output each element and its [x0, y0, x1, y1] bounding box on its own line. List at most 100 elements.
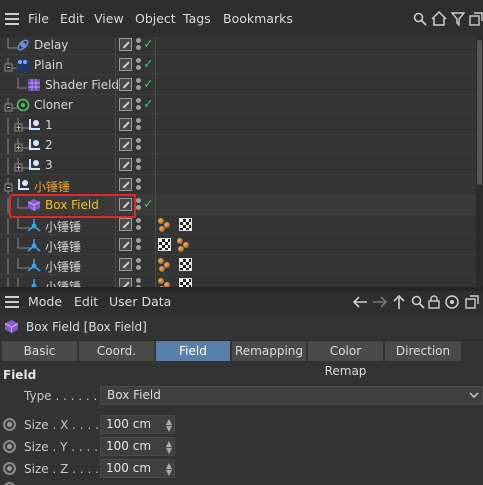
editor-visibility-toggle[interactable] [119, 218, 132, 231]
type-dropdown[interactable]: Box Field [100, 386, 483, 405]
enabled-check-icon[interactable]: ✓ [143, 197, 154, 212]
visibility-dots[interactable] [136, 58, 141, 72]
visibility-dots[interactable] [136, 98, 141, 112]
object-title: Box Field [Box Field] [26, 320, 147, 334]
tab-field[interactable]: Field [156, 341, 231, 361]
editor-visibility-toggle[interactable] [119, 138, 132, 151]
tab-direction[interactable]: Direction [385, 341, 462, 361]
tree-row-cloner[interactable]: Cloner ✓ [0, 95, 476, 115]
size-z-field[interactable]: 100 cm ▲ ▼ [100, 459, 175, 478]
tree-item-label: Shader Field [45, 78, 120, 92]
new-view-icon[interactable] [465, 295, 479, 309]
visibility-dots[interactable] [136, 278, 141, 287]
visibility-dots[interactable] [136, 178, 141, 192]
spinner-arrows-icon[interactable]: ▲ ▼ [166, 418, 172, 433]
visibility-dots[interactable] [136, 38, 141, 52]
enabled-check-icon[interactable]: ✓ [143, 57, 154, 72]
visibility-dots[interactable] [136, 218, 141, 232]
tree-item-label: 小锤锤 [45, 240, 82, 254]
enabled-check-icon[interactable]: ✓ [143, 77, 154, 92]
tree-row-hammer[interactable]: 小锤锤 [0, 255, 476, 275]
tab-remapping[interactable]: Remapping [232, 341, 307, 361]
search-icon[interactable] [413, 12, 427, 26]
tree-row-plain[interactable]: Plain ✓ [0, 55, 476, 75]
size-y-label: Size . Y . . . . . [24, 440, 106, 454]
menu-edit[interactable]: Edit [74, 294, 98, 309]
editor-visibility-toggle[interactable] [119, 258, 132, 271]
tab-coord[interactable]: Coord. [79, 341, 155, 361]
tree-item-label: 小锤锤 [34, 180, 71, 194]
editor-visibility-toggle[interactable] [119, 78, 132, 91]
target-icon[interactable] [444, 294, 460, 310]
menu-file[interactable]: File [28, 11, 49, 26]
visibility-dots[interactable] [136, 158, 141, 172]
tree-row-1[interactable]: 1 [0, 115, 476, 135]
menu-tags[interactable]: Tags [183, 11, 211, 26]
visibility-dots[interactable] [136, 138, 141, 152]
material-tag-icon[interactable] [158, 278, 172, 287]
editor-visibility-toggle[interactable] [119, 178, 132, 191]
material-tag-icon[interactable] [158, 258, 172, 272]
menu-view[interactable]: View [94, 11, 124, 26]
hamburger-menu-icon[interactable] [5, 13, 19, 25]
search-icon[interactable] [411, 295, 425, 309]
tree-row-hammer[interactable]: 小锤锤 [0, 235, 476, 255]
size-y-animation-radio[interactable] [3, 440, 16, 453]
editor-visibility-toggle[interactable] [119, 38, 132, 51]
new-view-icon[interactable] [469, 12, 483, 26]
editor-visibility-toggle[interactable] [119, 118, 132, 131]
tree-row-2[interactable]: 2 [0, 135, 476, 155]
visibility-dots[interactable] [136, 238, 141, 252]
size-y-field[interactable]: 100 cm ▲ ▼ [100, 437, 175, 456]
type-label: Type . . . . . . [24, 389, 98, 403]
visibility-dots[interactable] [136, 78, 141, 92]
size-x-field[interactable]: 100 cm ▲ ▼ [100, 415, 175, 434]
editor-visibility-toggle[interactable] [119, 158, 132, 171]
editor-visibility-toggle[interactable] [119, 98, 132, 111]
editor-visibility-toggle[interactable] [119, 238, 132, 251]
texture-tag-icon[interactable] [179, 218, 192, 231]
joint-icon [31, 279, 37, 287]
menu-edit[interactable]: Edit [60, 11, 84, 26]
editor-visibility-toggle[interactable] [119, 58, 132, 71]
visibility-dots[interactable] [136, 198, 141, 212]
menu-mode[interactable]: Mode [28, 294, 62, 309]
lock-icon[interactable] [428, 295, 440, 309]
object-tree: Delay ✓ Plain ✓ Shader Field ✓ Cloner ✓ … [0, 37, 476, 287]
size-x-animation-radio[interactable] [3, 418, 16, 431]
editor-visibility-toggle[interactable] [119, 278, 132, 287]
tab-basic[interactable]: Basic [2, 341, 78, 361]
texture-tag-icon[interactable] [158, 238, 171, 251]
texture-tag-icon[interactable] [179, 278, 192, 287]
tree-scrollbar-thumb[interactable] [477, 40, 482, 185]
menu-bookmarks[interactable]: Bookmarks [223, 11, 293, 26]
hamburger-menu-icon[interactable] [5, 296, 19, 308]
spinner-arrows-icon[interactable]: ▲ ▼ [166, 462, 172, 477]
visibility-dots[interactable] [136, 258, 141, 272]
tree-row-shader-field[interactable]: Shader Field ✓ [0, 75, 476, 95]
material-tag-icon[interactable] [177, 238, 191, 252]
up-arrow-icon[interactable] [392, 294, 406, 310]
size-z-animation-radio[interactable] [3, 462, 16, 475]
tree-row-3[interactable]: 3 [0, 155, 476, 175]
spinner-arrows-icon[interactable]: ▲ ▼ [166, 440, 172, 455]
enabled-check-icon[interactable]: ✓ [143, 37, 154, 52]
column-divider [115, 37, 116, 287]
tree-row-hammer[interactable]: 小锤锤 [0, 275, 476, 287]
menu-user-data[interactable]: User Data [109, 294, 171, 309]
home-icon[interactable] [431, 11, 447, 26]
tree-row-hammer-group[interactable]: 小锤锤 [0, 175, 476, 195]
menu-object[interactable]: Object [135, 11, 176, 26]
visibility-dots[interactable] [136, 118, 141, 132]
texture-tag-icon[interactable] [179, 258, 192, 271]
tree-row-delay[interactable]: Delay ✓ [0, 37, 476, 55]
back-arrow-icon[interactable] [352, 295, 368, 309]
tree-row-hammer[interactable]: 小锤锤 [0, 215, 476, 235]
tab-color-remap[interactable]: Color Remap [308, 341, 384, 378]
filter-icon[interactable] [451, 12, 465, 26]
forward-arrow-icon[interactable] [372, 295, 388, 309]
material-tag-icon[interactable] [158, 218, 172, 232]
enabled-check-icon[interactable]: ✓ [143, 97, 154, 112]
size-z-value: 100 cm [106, 461, 152, 475]
tree-item-label: 小锤锤 [45, 220, 82, 234]
